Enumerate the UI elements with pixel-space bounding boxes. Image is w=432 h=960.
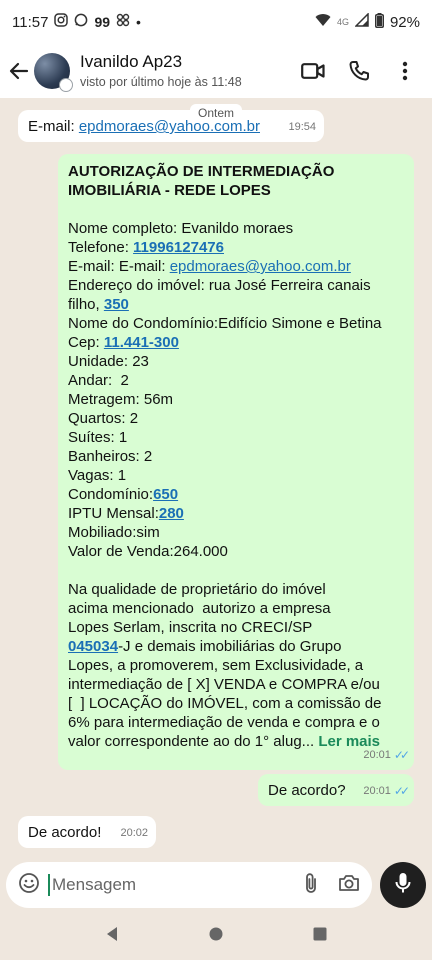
message-line: Banheiros: 2 bbox=[68, 448, 153, 465]
chat-header: Ivanildo Ap23 visto por último hoje às 1… bbox=[0, 44, 432, 98]
status-bar: 11:57 99 • 4G 92% bbox=[0, 0, 432, 44]
message-line: acima mencionado autorizo a empresa bbox=[68, 600, 331, 617]
message-line: Valor de Venda:264.000 bbox=[68, 543, 228, 560]
outgoing-message[interactable]: AUTORIZAÇÃO DE INTERMEDIAÇÃO IMOBILIÁRIA… bbox=[58, 154, 414, 770]
message-line: 6% para intermediação de venda e compra … bbox=[68, 714, 380, 731]
contact-avatar[interactable] bbox=[34, 53, 73, 92]
message-time: 20:01 bbox=[363, 785, 391, 797]
battery-icon bbox=[374, 12, 384, 32]
message-line: Condomínio:650 bbox=[68, 486, 179, 503]
phone-link[interactable]: 11996127476 bbox=[133, 239, 224, 256]
message-line: Quartos: 2 bbox=[68, 410, 139, 427]
message-text: De acordo! bbox=[28, 824, 102, 841]
incoming-message[interactable]: E-mail: epdmoraes@yahoo.com.br 19:54 bbox=[18, 110, 324, 142]
message-line: Andar: 2 bbox=[68, 372, 129, 389]
nav-back-icon[interactable] bbox=[105, 926, 119, 947]
message-line: E-mail: E-mail: epdmoraes@yahoo.com.br bbox=[68, 258, 351, 275]
message-line: intermediação de [ X] VENDA e COMPRA e/o… bbox=[68, 676, 380, 693]
message-placeholder: Mensagem bbox=[52, 875, 137, 894]
emoji-icon[interactable] bbox=[18, 872, 40, 899]
message-line: Nome completo: Evanildo moraes bbox=[68, 220, 294, 237]
chat-area[interactable]: Ontem E-mail: epdmoraes@yahoo.com.br 19:… bbox=[0, 98, 432, 856]
message-line: Nome do Condomínio:Edifício Simone e Bet… bbox=[68, 315, 382, 332]
avatar-status-badge bbox=[59, 78, 73, 92]
outgoing-message[interactable]: De acordo? 20:01 ✓✓ bbox=[258, 774, 414, 806]
text-caret bbox=[48, 874, 50, 896]
message-title-line: AUTORIZAÇÃO DE INTERMEDIAÇÃO bbox=[68, 163, 335, 180]
message-line: Cep: 11.441-300 bbox=[68, 334, 179, 351]
message-input[interactable]: Mensagem bbox=[6, 862, 372, 908]
contact-name: Ivanildo Ap23 bbox=[80, 52, 183, 72]
more-options-icon[interactable] bbox=[392, 58, 418, 84]
contact-info[interactable]: Ivanildo Ap23 visto por último hoje às 1… bbox=[80, 52, 300, 89]
message-line: IPTU Mensal:280 bbox=[68, 505, 184, 522]
number-link[interactable]: 650 bbox=[153, 486, 178, 503]
whatsapp-notification-icon bbox=[74, 13, 88, 31]
status-time: 11:57 bbox=[12, 13, 49, 31]
read-receipt-icon: ✓✓ bbox=[393, 784, 410, 798]
battery-level: 92% bbox=[389, 13, 420, 31]
read-receipt-icon: ✓✓ bbox=[393, 748, 410, 762]
system-navigation-bar bbox=[0, 912, 432, 960]
attachment-icon[interactable] bbox=[304, 872, 318, 899]
message-line: [ ] LOCAÇÃO do IMÓVEL, com a comissão de bbox=[68, 695, 382, 712]
app-notification-icon bbox=[116, 13, 130, 31]
message-line: valor correspondente ao do 1° alug... Le… bbox=[68, 733, 381, 750]
message-time: 20:01 bbox=[363, 749, 391, 761]
microphone-icon bbox=[394, 871, 412, 900]
message-line: Na qualidade de proprietário do imóvel bbox=[68, 581, 326, 598]
status-dot: • bbox=[136, 14, 141, 30]
message-line: Endereço do imóvel: rua José Ferreira ca… bbox=[68, 277, 371, 294]
number-link[interactable]: 045034 bbox=[68, 638, 118, 655]
wifi-icon bbox=[315, 13, 331, 31]
cep-link[interactable]: 11.441-300 bbox=[104, 334, 179, 351]
message-line: filho, 350 bbox=[68, 296, 129, 313]
message-title-line: IMOBILIÁRIA - REDE LOPES bbox=[68, 182, 271, 199]
nav-recents-icon[interactable] bbox=[313, 927, 327, 946]
message-text: De acordo? bbox=[268, 782, 346, 799]
number-link[interactable]: 350 bbox=[104, 296, 129, 313]
message-time: 20:02 bbox=[120, 827, 148, 839]
message-line: Lopes, a promoverem, sem Exclusividade, … bbox=[68, 657, 364, 674]
camera-icon[interactable] bbox=[338, 873, 360, 898]
email-link[interactable]: epdmoraes@yahoo.com.br bbox=[170, 258, 351, 275]
last-seen-status: visto por último hoje às 11:48 bbox=[80, 74, 242, 89]
message-line: Vagas: 1 bbox=[68, 467, 127, 484]
number-link[interactable]: 280 bbox=[159, 505, 184, 522]
notification-count: 99 bbox=[94, 14, 111, 30]
incoming-message[interactable]: De acordo! 20:02 bbox=[18, 816, 156, 848]
message-line: 045034-J e demais imobiliárias do Grupo bbox=[68, 638, 342, 655]
video-call-icon[interactable] bbox=[300, 58, 326, 84]
message-line: Unidade: 23 bbox=[68, 353, 149, 370]
back-arrow-icon[interactable] bbox=[6, 58, 32, 84]
network-type-label: 4G bbox=[336, 17, 349, 27]
signal-icon bbox=[354, 12, 369, 31]
message-line: Telefone: 11996127476 bbox=[68, 239, 224, 256]
date-separator: Ontem bbox=[189, 104, 243, 122]
message-line: Lopes Serlam, inscrita no CRECI/SP bbox=[68, 619, 313, 636]
message-time: 19:54 bbox=[288, 121, 316, 133]
message-text: E-mail: bbox=[28, 118, 79, 135]
microphone-button[interactable] bbox=[380, 862, 426, 908]
message-line: Metragem: 56m bbox=[68, 391, 174, 408]
message-line: Mobiliado:sim bbox=[68, 524, 160, 541]
instagram-icon bbox=[54, 13, 69, 31]
message-composer: Mensagem bbox=[0, 862, 432, 908]
voice-call-icon[interactable] bbox=[346, 58, 372, 84]
message-line: Suítes: 1 bbox=[68, 429, 128, 446]
nav-home-icon[interactable] bbox=[209, 927, 223, 946]
